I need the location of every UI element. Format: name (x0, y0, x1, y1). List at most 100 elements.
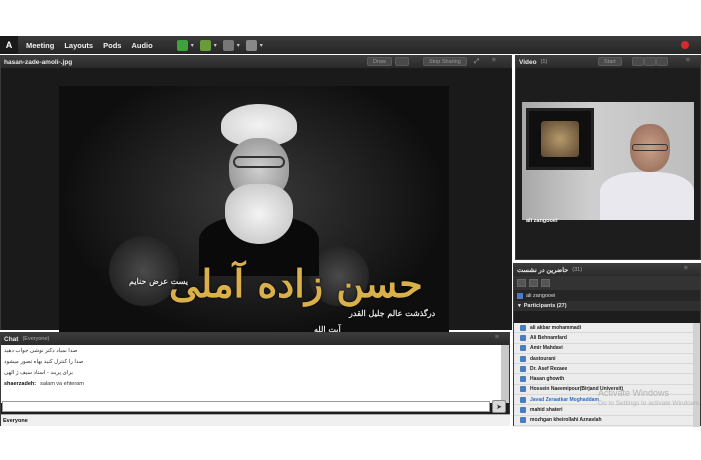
video-count: (1) (540, 59, 548, 65)
filmstrip-view-icon[interactable] (656, 57, 668, 66)
cleric-portrait (199, 96, 319, 276)
chat-message: برای پریند - استاد سیف ژ الهی (1, 367, 503, 378)
wall-painting (526, 108, 594, 170)
share-pod-title: hasan-zade-amoli-.jpg (4, 58, 73, 66)
menubar: A Meeting Layouts Pods Audio ▾ ▾ ▾ ▾ (0, 36, 701, 54)
chat-pod-options-icon[interactable]: ≡ (495, 334, 499, 341)
painting-center (541, 121, 579, 157)
microphone-control[interactable]: ▾ (199, 39, 217, 51)
activate-windows-watermark: Activate Windows (598, 388, 670, 398)
chat-message: صدا نمیاد دکتر نوشی جواب دهید (1, 345, 503, 356)
list-item[interactable]: mozhgan kheirollahi Aznavlah (514, 416, 694, 426)
user-icon (520, 345, 526, 352)
chat-text: برای پریند - استاد سیف ژ الهی (4, 369, 73, 376)
host-row[interactable]: ali zangooei (514, 290, 700, 301)
list-item[interactable]: ali akbar mohammadi (514, 323, 694, 334)
list-item[interactable]: dastourani (514, 354, 694, 365)
person-body (600, 172, 694, 220)
chat-message: صدا را کنترل کنید بهاه تصور میشود (1, 356, 503, 367)
send-message-button[interactable]: ➤ (492, 400, 506, 413)
chat-user: shaerzadeh: (4, 380, 37, 387)
participant-name: mahid shateri (530, 407, 563, 414)
send-icon: ➤ (496, 403, 502, 411)
share-pod: hasan-zade-amoli-.jpg Draw Stop Sharing … (0, 55, 512, 341)
video-pod-options-icon[interactable]: ≡ (686, 57, 690, 64)
user-icon (520, 386, 526, 393)
person-glasses (632, 144, 668, 151)
chat-text: salam va ehteram (40, 380, 84, 387)
poster-calligraphy-name: حسن زاده آملی (169, 261, 423, 306)
participant-name: Ali Behnamfard (530, 334, 567, 341)
expand-icon[interactable]: ⤢ (474, 58, 479, 66)
attendee-pod-title: حاضرین در نشست (517, 267, 569, 274)
fullscreen-share-icon[interactable] (395, 57, 409, 66)
participants-scrollbar[interactable] (693, 323, 700, 427)
pod-options-icon[interactable]: ≡ (492, 57, 496, 64)
user-icon (520, 396, 526, 403)
host-name: ali zangooei (526, 292, 556, 299)
status-icon[interactable] (541, 279, 550, 287)
menu-audio[interactable]: Audio (131, 41, 152, 50)
stop-sharing-button[interactable]: Stop Sharing (423, 57, 467, 66)
draw-button[interactable]: Draw (367, 57, 392, 66)
chat-pod-title: Chat (4, 335, 19, 343)
list-item[interactable]: Ali Behnamfard (514, 333, 694, 344)
attendee-toolbar (514, 276, 700, 290)
poster-text-sub: درگذشت عالم جلیل القدر (349, 308, 436, 318)
participant-name: Javad Zeraatkar Moghaddam (530, 396, 599, 403)
webcam-feed (522, 102, 694, 220)
breakout-icon[interactable] (529, 279, 538, 287)
bottom-area (0, 427, 701, 460)
attendee-pod-titlebar: حاضرین در نشست (31) ≡ (514, 264, 700, 276)
participants-label: Participants (27) (523, 303, 567, 309)
chat-scrollbar[interactable] (501, 345, 509, 403)
beard-shape (225, 184, 293, 244)
activate-windows-subtext: Go to Settings to activate Windows. (598, 400, 701, 407)
chat-input[interactable] (2, 401, 490, 412)
start-webcam-button[interactable]: Start (598, 57, 622, 66)
user-icon (520, 355, 526, 362)
glasses-shape (233, 156, 285, 168)
chat-pod-titlebar: Chat (Everyone) ≡ (1, 333, 509, 345)
list-view-icon[interactable] (644, 57, 656, 66)
raise-hand-control[interactable]: ▾ (245, 39, 263, 51)
raise-hand-icon (245, 39, 257, 51)
user-icon (520, 365, 526, 372)
speaker-control[interactable]: ▾ (176, 39, 194, 51)
list-item[interactable]: Amir Mahdavi (514, 344, 694, 354)
participant-name: mozhgan kheirollahi Aznavlah (530, 417, 602, 424)
host-user-icon (517, 292, 523, 299)
list-view-icon[interactable] (517, 279, 526, 287)
list-item[interactable]: Dr. Asef Rezaee (514, 364, 694, 375)
recording-indicator-icon[interactable] (681, 41, 689, 49)
chat-message: shaerzadeh: salam va ehteram (1, 378, 503, 389)
webcam-icon (222, 39, 234, 51)
chat-recipient-selector[interactable]: Everyone (1, 414, 510, 426)
webcam-control[interactable]: ▾ (222, 39, 240, 51)
menu-meeting[interactable]: Meeting (26, 41, 54, 50)
browser-top-area (0, 0, 701, 36)
share-canvas: یست عرض حنایم حسن زاده آملی درگذشت عالم … (1, 68, 512, 341)
chat-text: صدا را کنترل کنید بهاه تصور میشود (4, 358, 84, 365)
chat-messages: صدا نمیاد دکتر نوشی جواب دهید صدا را کنت… (1, 345, 503, 403)
app-window: A Meeting Layouts Pods Audio ▾ ▾ ▾ ▾ has… (0, 0, 701, 460)
video-pod-titlebar: Video (1) Start ≡ (516, 56, 700, 68)
menu-pods[interactable]: Pods (103, 41, 121, 50)
attendee-count: (31) (572, 267, 583, 273)
user-icon (520, 324, 526, 331)
chat-scope: (Everyone) (22, 336, 50, 342)
grid-view-icon[interactable] (632, 57, 644, 66)
participant-name: ali akbar mohammadi (530, 324, 582, 331)
video-pod-title: Video (519, 58, 537, 66)
webcam-participant-name: ali zangooei (526, 218, 558, 224)
participants-header[interactable]: ▾ Participants (27) (514, 301, 700, 311)
menu-layouts[interactable]: Layouts (64, 41, 93, 50)
attendee-pod-options-icon[interactable]: ≡ (684, 265, 688, 272)
share-pod-titlebar: hasan-zade-amoli-.jpg Draw Stop Sharing … (1, 56, 511, 68)
user-icon (520, 376, 526, 383)
chat-recipient: Everyone (3, 417, 28, 424)
chat-pod: Chat (Everyone) ≡ صدا نمیاد دکتر نوشی جو… (0, 332, 510, 426)
list-item[interactable]: Hasan ghowth (514, 374, 694, 385)
user-icon (520, 334, 526, 341)
microphone-icon (199, 39, 211, 51)
